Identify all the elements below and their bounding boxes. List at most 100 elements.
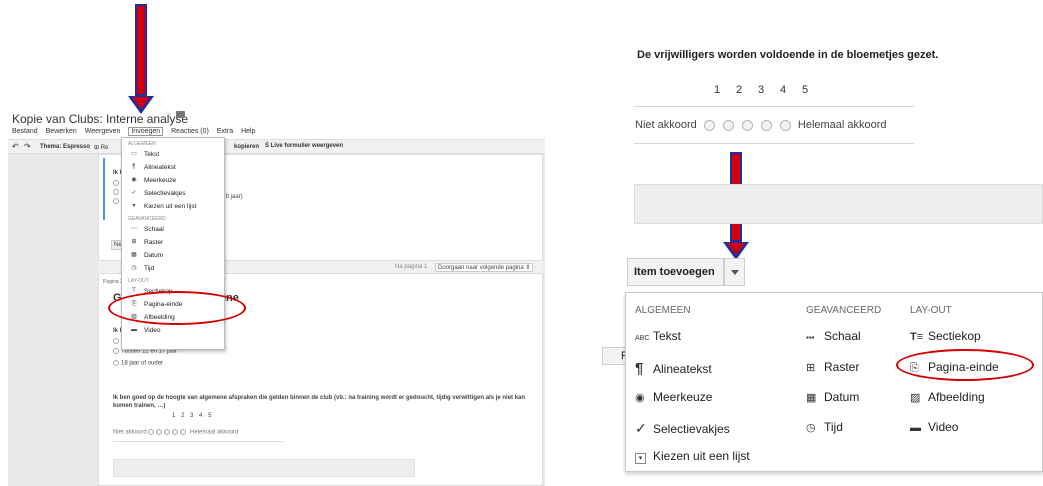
scale-radio-right-2[interactable] <box>722 119 734 131</box>
question-fragment: lt jaar) <box>226 194 243 200</box>
menu-item-selectievakjes[interactable]: ✓ Selectievakjes <box>122 187 224 200</box>
menu-item-schaal-right[interactable]: ▪▪▪ Schaal <box>806 329 861 343</box>
menu-item-tijd[interactable]: ◷ Tijd <box>122 262 224 275</box>
menu-reacties[interactable]: Reacties (0) <box>171 128 209 135</box>
theme-button[interactable]: Thema: Espresso <box>40 144 90 150</box>
undo-icon[interactable]: ↶ <box>12 142 19 151</box>
dropdown-icon: ▾ <box>132 203 136 209</box>
menu-item-tijd-right[interactable]: ◷ Tijd <box>806 420 843 434</box>
scale-radio-1[interactable] <box>148 429 155 435</box>
radio-option-a <box>113 338 121 345</box>
caret-down-icon <box>731 270 739 275</box>
scale-row: Niet akkoord Helemaal akkoord <box>113 429 239 436</box>
clock-icon: ◷ <box>806 422 816 434</box>
grid-icon: ⊞ <box>806 362 816 374</box>
calendar-icon: ▦ <box>806 392 817 404</box>
scale-radio-right-5[interactable] <box>779 119 791 131</box>
abc-text-icon: ABC <box>635 335 650 342</box>
image-icon: ▨ <box>910 392 921 404</box>
radio-option-c: 18 jaar of ouder <box>113 360 163 367</box>
page-2-label: Pagina 2 <box>103 279 123 285</box>
divider-top <box>634 106 914 107</box>
menu-bewerken[interactable]: Bewerken <box>46 128 77 135</box>
scale-radio-5[interactable] <box>180 429 187 435</box>
menu-item-video[interactable]: ▬ Video <box>122 324 224 337</box>
paragraph-icon: ¶ <box>635 360 644 377</box>
star-icon[interactable]: ☆ <box>163 110 172 121</box>
highlight-ellipse-left <box>108 291 246 325</box>
menu-help[interactable]: Help <box>241 128 255 135</box>
scale-radio-4[interactable] <box>172 429 179 435</box>
menu-item-alineatekst[interactable]: ¶ Alineatekst <box>122 161 224 174</box>
responses-button[interactable]: ⊞ Re <box>94 144 108 151</box>
radio-options-1 <box>113 180 121 207</box>
clock-icon: ◷ <box>131 265 137 271</box>
add-item-button[interactable]: Item toevoegen <box>627 258 724 286</box>
live-form-button[interactable]: Ṡ Live formulier weergeven <box>265 143 343 149</box>
radio-icon: ◉ <box>635 392 645 404</box>
page-navigation-select[interactable]: Doorgaan naar volgende pagina ⇕ <box>435 263 534 272</box>
add-item-area <box>113 459 415 477</box>
question-title: De vrijwilligers worden voldoende in de … <box>637 49 939 61</box>
menu-item-selectievakjes-right[interactable]: ✓ Selectievakjes <box>635 420 730 437</box>
checkmark-icon: ✓ <box>131 190 137 196</box>
add-item-caret-button[interactable] <box>724 258 745 286</box>
menu-invoegen[interactable]: Invoegen <box>128 127 164 136</box>
video-icon: ▬ <box>910 422 921 434</box>
scale-radio-2[interactable] <box>156 429 163 435</box>
redo-icon[interactable]: ↷ <box>24 142 31 151</box>
folder-icon[interactable] <box>176 111 185 118</box>
menu-item-raster[interactable]: ⊞ Raster <box>122 236 224 249</box>
menubar: Bestand Bewerken Weergeven Invoegen Reac… <box>12 127 262 136</box>
divider-bottom <box>634 143 914 144</box>
scale-radio-3[interactable] <box>164 429 171 435</box>
menu-item-tekst[interactable]: ▭ Tekst <box>122 148 224 161</box>
section-algemeen: ALGEMEEN <box>128 141 156 147</box>
column-algemeen: ALGEMEEN <box>635 305 691 316</box>
section-header-icon: T≡ <box>910 331 924 343</box>
calendar-icon: ▦ <box>131 252 137 258</box>
menu-item-alineatekst-right[interactable]: ¶ Alineatekst <box>635 360 712 377</box>
scale-radio-right-1[interactable] <box>703 119 715 131</box>
menu-item-raster-right[interactable]: ⊞ Raster <box>806 360 859 374</box>
add-item-menu: ALGEMEEN GEAVANCEERD LAY-OUT ABC Tekst ¶ A… <box>625 292 1043 472</box>
document-title: Kopie van Clubs: Interne analyse <box>12 112 189 126</box>
scale-radio-right-3[interactable] <box>741 119 753 131</box>
paragraph-icon: ¶ <box>132 164 136 170</box>
menu-item-video-right[interactable]: ▬ Video <box>910 420 958 434</box>
left-margin <box>8 154 98 486</box>
checkmark-icon: ✓ <box>635 420 647 436</box>
scale-numbers-right: 12345 <box>713 84 809 96</box>
scale-numbers: 1 2 3 4 5 <box>172 413 212 419</box>
scale-row-right: Niet akkoord Helemaal akkoord <box>635 119 887 131</box>
menu-item-afbeelding-right[interactable]: ▨ Afbeelding <box>910 390 985 404</box>
scale-icon: ▪▪▪ <box>806 333 815 342</box>
text-icon: ▭ <box>131 151 137 157</box>
menu-item-meerkeuze-right[interactable]: ◉ Meerkeuze <box>635 390 712 404</box>
grid-icon: ⊞ <box>94 145 100 151</box>
live-icon: Ṡ <box>265 143 270 149</box>
copy-button[interactable]: kopieren <box>234 144 259 150</box>
column-layout: LAY-OUT <box>910 305 952 316</box>
menu-extra[interactable]: Extra <box>217 128 233 135</box>
menu-item-schaal[interactable]: ⋯ Schaal <box>122 223 224 236</box>
menu-item-tekst-right[interactable]: ABC Tekst <box>635 329 681 343</box>
menu-item-datum-right[interactable]: ▦ Datum <box>806 390 859 404</box>
menu-item-meerkeuze[interactable]: ◉ Meerkeuze <box>122 174 224 187</box>
menu-item-datum[interactable]: ▦ Datum <box>122 249 224 262</box>
after-page-label: Na pagina 1 <box>395 264 428 270</box>
divider <box>113 441 283 442</box>
highlight-ellipse-right <box>896 349 1034 381</box>
menu-weergeven[interactable]: Weergeven <box>85 128 121 135</box>
active-item-bar <box>103 158 105 220</box>
menu-item-kiezen-right[interactable]: ▾ Kiezen uit een lijst <box>635 449 750 464</box>
menu-item-sectiekop-right[interactable]: T≡ Sectiekop <box>910 329 981 343</box>
scale-radio-right-4[interactable] <box>760 119 772 131</box>
grid-icon: ⊞ <box>131 239 137 245</box>
dropdown-icon: ▾ <box>635 451 653 464</box>
section-geavanceerd: GEAVANCEERD <box>128 216 166 222</box>
section-layout: LAY-OUT <box>128 278 149 284</box>
menu-item-kiezen[interactable]: ▾ Kiezen uit een lijst <box>122 200 224 213</box>
video-icon: ▬ <box>131 327 137 333</box>
menu-bestand[interactable]: Bestand <box>12 128 38 135</box>
